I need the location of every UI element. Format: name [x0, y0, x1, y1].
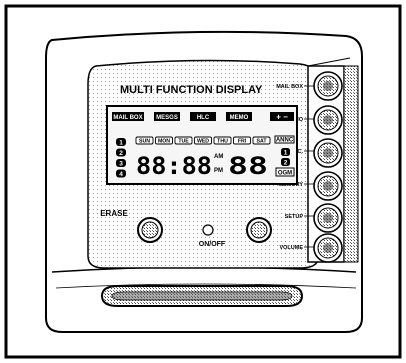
day-label: TUE — [178, 139, 189, 145]
display-title: MULTI FUNCTION DISPLAY — [120, 84, 263, 96]
pm-label: PM — [214, 168, 223, 174]
mode-button-3[interactable]: MEMO — [226, 112, 252, 121]
erase-label: ERASE — [100, 209, 128, 218]
right-number-1: 1 — [281, 148, 290, 156]
mode-button-label: MEMO — [230, 115, 249, 121]
number-label: 1 — [119, 139, 123, 146]
erase-button[interactable] — [137, 217, 163, 243]
day-indicators: SUN MON TUE WED THU FRI SAT — [135, 136, 271, 145]
side-label-text: VOLUME — [279, 245, 303, 251]
mode-button-label: HLC — [197, 115, 210, 121]
onoff-label: ON/OFF — [199, 241, 226, 248]
left-number-1: 1 — [116, 138, 126, 146]
annc-indicator: ANNC — [274, 135, 295, 144]
day-label: MON — [158, 139, 170, 145]
day-indicator-sun: SUN — [135, 136, 154, 145]
mode-button-2[interactable]: HLC — [190, 112, 216, 121]
device-illustration: MAIL BOXMEMOANNC.MEMORYSETUPVOLUME MULTI… — [4, 4, 402, 359]
power-indicator — [202, 224, 214, 236]
day-label: SAT — [257, 139, 268, 145]
day-indicator-fri: FRI — [233, 136, 251, 145]
time-display: 88:88 — [136, 152, 212, 180]
onoff-button[interactable] — [246, 217, 272, 243]
plus-minus-label: + − — [276, 113, 288, 122]
mode-button-label: MAIL BOX — [113, 115, 142, 121]
side-button-3[interactable] — [313, 171, 343, 201]
am-label: AM — [214, 154, 223, 160]
day-indicator-thu: THU — [213, 136, 232, 145]
annc-label: ANNC — [276, 138, 294, 144]
right-number-2: 2 — [281, 158, 290, 166]
speaker-grille — [100, 285, 304, 307]
side-button-0[interactable] — [313, 71, 343, 101]
side-label-text: MAIL BOX — [276, 84, 303, 90]
mode-button-1[interactable]: MESGS — [154, 112, 180, 121]
side-button-5[interactable] — [313, 233, 343, 263]
number-label: 4 — [119, 171, 123, 178]
day-indicator-mon: MON — [155, 136, 173, 145]
day-indicator-sat: SAT — [252, 136, 271, 145]
day-indicator-tue: TUE — [174, 136, 193, 145]
day-label: WED — [197, 139, 209, 145]
number-label: 2 — [284, 159, 288, 166]
number-label: 1 — [284, 149, 288, 156]
left-number-2: 2 — [116, 148, 126, 157]
left-number-3: 3 — [116, 159, 126, 167]
message-count-display: 88 — [228, 152, 268, 180]
ogm-indicator: OGM — [275, 167, 295, 177]
day-label: THU — [217, 139, 228, 145]
day-label: SUN — [139, 139, 150, 145]
day-label: FRI — [238, 139, 247, 145]
mode-button-0[interactable]: MAIL BOX — [112, 112, 144, 121]
ogm-label: OGM — [278, 170, 292, 176]
plus-minus-button[interactable]: + − — [270, 112, 294, 122]
day-indicator-wed: WED — [194, 136, 212, 145]
side-button-2[interactable] — [313, 138, 343, 168]
mode-button-label: MESGS — [156, 115, 178, 121]
number-label: 3 — [119, 160, 123, 167]
number-label: 2 — [119, 150, 123, 157]
side-label-text: SETUP — [285, 214, 304, 220]
side-button-4[interactable] — [313, 203, 343, 233]
left-number-4: 4 — [116, 169, 126, 178]
side-button-1[interactable] — [313, 105, 343, 135]
